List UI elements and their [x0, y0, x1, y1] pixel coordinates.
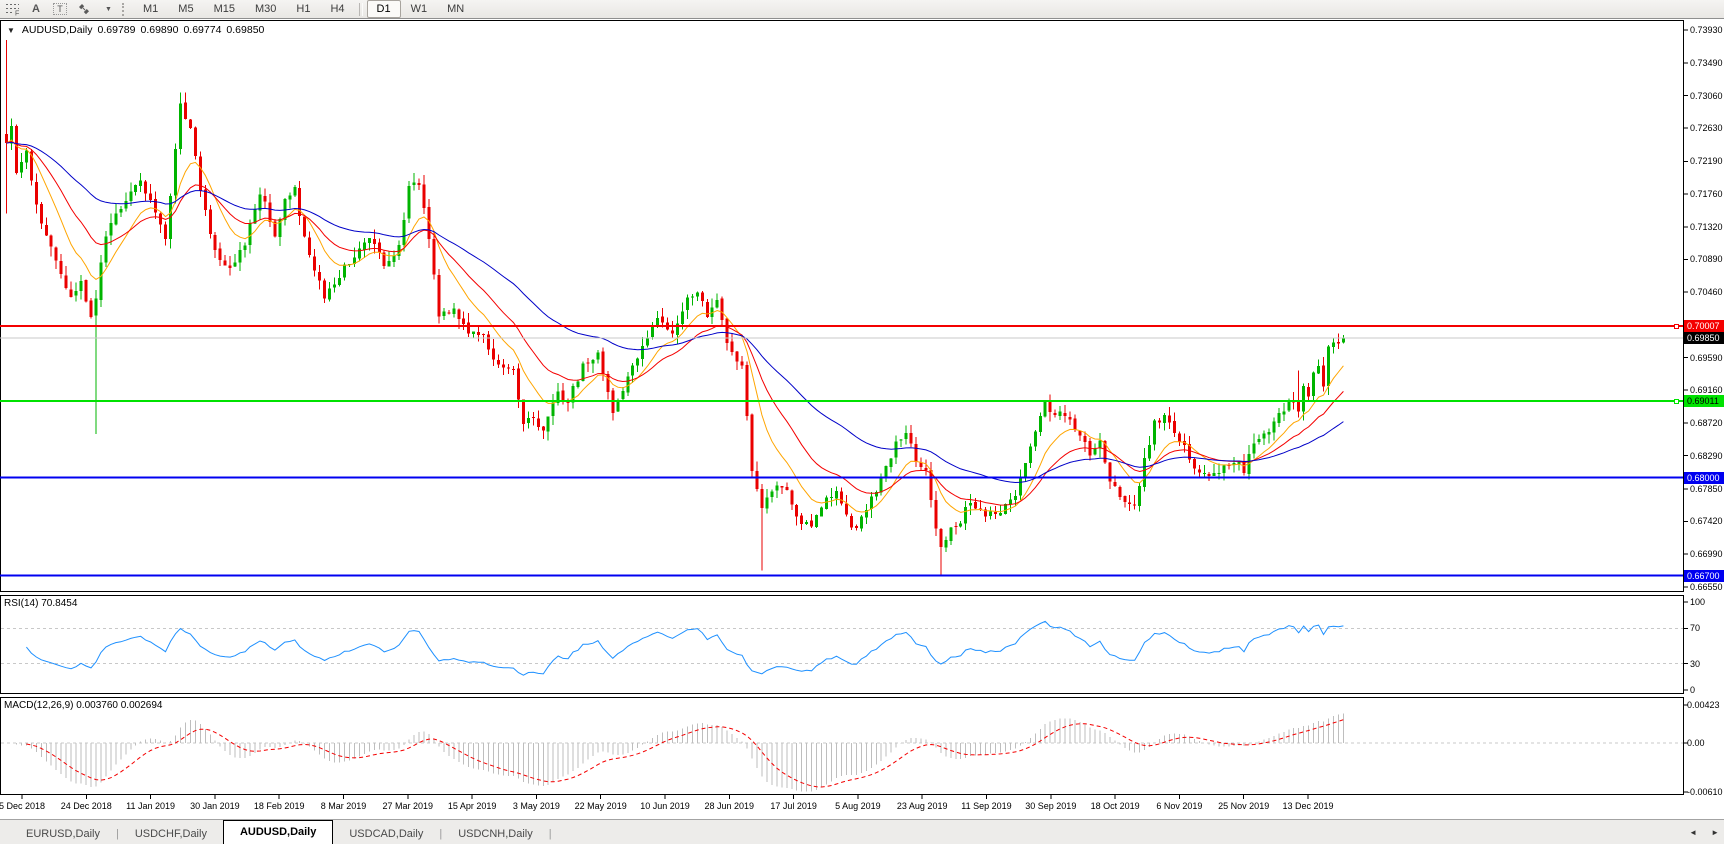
ohlc-low: 0.69774: [183, 24, 221, 36]
date-axis-label: 11 Jan 2019: [126, 801, 175, 811]
date-axis-label: 8 Mar 2019: [321, 801, 367, 811]
macd-signal-line: [26, 720, 1343, 787]
date-axis-label: 13 Dec 2019: [1282, 801, 1333, 811]
rsi-axis-tick: 100: [1690, 597, 1705, 607]
chart-tab-audusd[interactable]: AUDUSD,Daily: [223, 820, 333, 844]
chart-window: 0.73930 0.73490 0.73060 0.72630 0.72190 0.717…: [0, 0, 1724, 844]
price-axis-tick: 0.72630: [1690, 123, 1723, 133]
date-axis-label: 3 May 2019: [513, 801, 560, 811]
tab-scroll-right-button[interactable]: ►: [1711, 828, 1719, 837]
price-axis-tick: 0.72190: [1690, 156, 1723, 166]
tab-scroll-left-button[interactable]: ◄: [1689, 828, 1697, 837]
date-axis-label: 18 Oct 2019: [1091, 801, 1140, 811]
price-axis-tick: 0.70890: [1690, 254, 1723, 264]
price-axis-tick: 0.71760: [1690, 189, 1723, 199]
macd-histogram: [16, 713, 1343, 791]
chart-tab-eurusd[interactable]: EURUSD,Daily: [10, 824, 116, 844]
resistance-line-red-price-label: 0.70007: [1684, 320, 1724, 332]
price-axis-tick: 0.73930: [1690, 25, 1723, 35]
date-axis-label: 18 Feb 2019: [254, 801, 305, 811]
ohlc-high: 0.69890: [140, 24, 178, 36]
price-axis-tick: 0.73490: [1690, 58, 1723, 68]
date-axis-label: 11 Sep 2019: [961, 801, 1011, 811]
rsi-indicator-label: RSI(14) 70.8454: [4, 598, 77, 609]
resistance-line-red-handle[interactable]: [1674, 324, 1679, 329]
date-axis-label: 25 Nov 2019: [1218, 801, 1269, 811]
price-axis-tick: 0.73060: [1690, 91, 1723, 101]
macd-axis-tick: 0.00: [1687, 738, 1705, 748]
price-axis-tick: 0.69160: [1690, 385, 1723, 395]
price-axis-tick: 0.69590: [1690, 353, 1723, 363]
support-line-blue-1-price-label: 0.68000: [1684, 472, 1724, 484]
rsi-line: [26, 621, 1343, 675]
price-axis-tick: 0.70460: [1690, 287, 1723, 297]
date-axis-label: 10 Jun 2019: [640, 801, 690, 811]
date-axis-label: 5 Dec 2018: [0, 801, 45, 811]
rsi-axis-tick: 30: [1690, 659, 1700, 669]
macd-axis-tick: -0.00610: [1687, 787, 1723, 797]
support-line-blue-2-price-label: 0.66700: [1684, 570, 1724, 582]
price-axis-tick: 0.68290: [1690, 451, 1723, 461]
support-line-green-handle[interactable]: [1674, 399, 1679, 404]
date-axis-label: 15 Apr 2019: [448, 801, 497, 811]
date-axis-label: 30 Sep 2019: [1025, 801, 1076, 811]
macd-indicator-label: MACD(12,26,9) 0.003760 0.002694: [4, 700, 162, 711]
date-axis-label: 30 Jan 2019: [190, 801, 240, 811]
ohlc-open: 0.69789: [98, 24, 136, 36]
date-axis-label: 6 Nov 2019: [1156, 801, 1202, 811]
price-axis-tick: 0.66550: [1690, 582, 1723, 592]
price-axis-tick: 0.67420: [1690, 516, 1723, 526]
rsi-axis-tick: 70: [1690, 623, 1700, 633]
rsi-axis-tick: 0: [1690, 685, 1695, 695]
price-axis-tick: 0.68720: [1690, 418, 1723, 428]
price-axis-tick: 0.67850: [1690, 484, 1723, 494]
date-axis-label: 22 May 2019: [575, 801, 627, 811]
support-line-green-price-label: 0.69011: [1684, 395, 1724, 407]
tab-divider: |: [549, 824, 552, 844]
date-axis-label: 5 Aug 2019: [835, 801, 881, 811]
date-axis-label: 24 Dec 2018: [61, 801, 112, 811]
price-axis-tick: 0.66990: [1690, 549, 1723, 559]
date-axis-label: 28 Jun 2019: [705, 801, 755, 811]
ohlc-close: 0.69850: [226, 24, 264, 36]
date-axis-label: 23 Aug 2019: [897, 801, 948, 811]
price-axis-tick: 0.71320: [1690, 222, 1723, 232]
chart-tab-usdchf[interactable]: USDCHF,Daily: [119, 824, 223, 844]
macd-axis-tick: 0.00423: [1687, 700, 1720, 710]
chart-title: ▼ AUDUSD,Daily 0.69789 0.69890 0.69774 0…: [7, 24, 264, 36]
date-axis-label: 17 Jul 2019: [770, 801, 817, 811]
chart-symbol-label: AUDUSD,Daily: [22, 24, 93, 36]
chart-tab-usdcad[interactable]: USDCAD,Daily: [333, 824, 439, 844]
date-axis-label: 27 Mar 2019: [383, 801, 434, 811]
chart-tab-usdcnh[interactable]: USDCNH,Daily: [442, 824, 549, 844]
symbol-dropdown-icon[interactable]: ▼: [7, 26, 15, 35]
chart-tab-bar: EURUSD,Daily|USDCHF,DailyAUDUSD,DailyUSD…: [0, 819, 1724, 844]
current-price-line-price-label: 0.69850: [1684, 332, 1724, 344]
